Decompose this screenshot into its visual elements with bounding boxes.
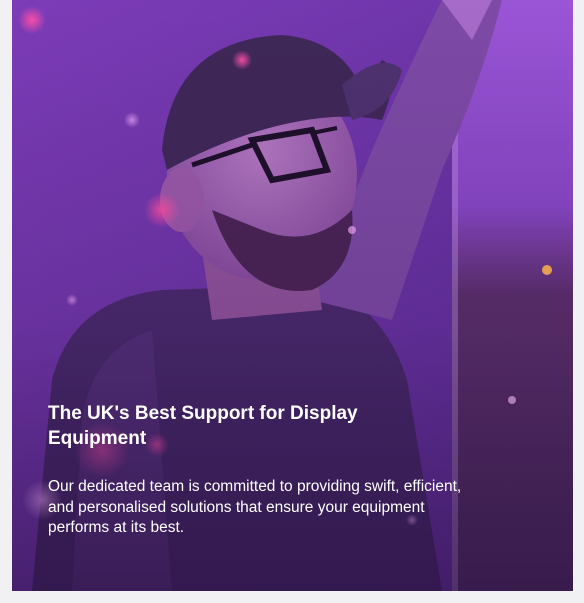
hero-card: The UK's Best Support for Display Equipm… — [12, 0, 573, 591]
hero-description: Our dedicated team is committed to provi… — [48, 478, 462, 536]
hero-heading: The UK's Best Support for Display Equipm… — [48, 403, 358, 449]
hero-copy: The UK's Best Support for Display Equipm… — [48, 401, 528, 539]
